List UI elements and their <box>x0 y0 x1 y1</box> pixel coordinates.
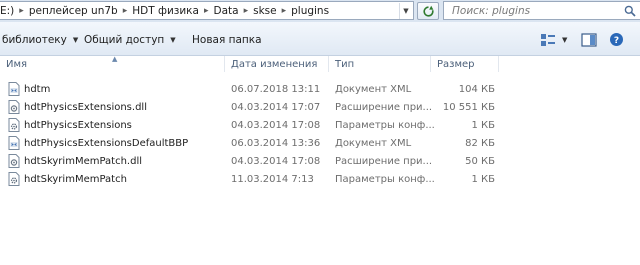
breadcrumb-separator-icon[interactable]: ▸ <box>19 6 24 16</box>
file-date: 04.03.2014 17:08 <box>231 119 321 131</box>
search-input[interactable] <box>452 3 622 18</box>
file-date: 06.07.2018 13:11 <box>231 83 321 95</box>
add-to-library-button[interactable]: библиотеку ▼ <box>2 32 78 48</box>
svg-text:?: ? <box>614 36 619 46</box>
file-date: 11.03.2014 7:13 <box>231 173 314 185</box>
breadcrumb-separator-icon[interactable]: ▸ <box>244 6 249 16</box>
breadcrumb-replacer[interactable]: реплейсер un7b <box>29 5 118 17</box>
file-name: hdtPhysicsExtensions.dll <box>24 101 147 113</box>
preview-pane-icon[interactable] <box>581 32 597 47</box>
file-row[interactable]: hdtSkyrimMemPatch.dll 04.03.2014 17:08 Р… <box>0 152 640 170</box>
file-row[interactable]: hdtPhysicsExtensions.dll 04.03.2014 17:0… <box>0 98 640 116</box>
view-options: ▼ ? <box>540 32 624 47</box>
file-list: hdtm 06.07.2018 13:11 Документ XML 104 К… <box>0 80 640 188</box>
file-date: 04.03.2014 17:08 <box>231 155 321 167</box>
dll-file-icon <box>8 154 20 168</box>
file-name: hdtSkyrimMemPatch.dll <box>24 155 143 167</box>
column-header-type-label: Тип <box>335 58 355 70</box>
file-size: 104 КБ <box>458 83 495 95</box>
file-name: hdtPhysicsExtensionsDefaultBBP <box>24 137 189 149</box>
address-bar-row: E:) ▸ реплейсер un7b ▸ HDT физика ▸ Data… <box>0 0 640 22</box>
column-header-type[interactable]: Тип <box>329 56 431 72</box>
search-field[interactable] <box>443 1 640 20</box>
file-size: 82 КБ <box>465 137 495 149</box>
command-toolbar: библиотеку ▼ Общий доступ ▼ Новая папка … <box>0 22 640 56</box>
add-to-library-label: библиотеку <box>2 34 67 46</box>
file-type: Параметры конф... <box>335 173 435 185</box>
breadcrumb-plugins[interactable]: plugins <box>291 5 329 17</box>
breadcrumb-drive[interactable]: E:) <box>0 5 14 17</box>
breadcrumb: E:) ▸ реплейсер un7b ▸ HDT физика ▸ Data… <box>0 3 329 19</box>
file-type: Документ XML <box>335 137 412 149</box>
change-view-icon[interactable] <box>540 33 556 47</box>
chevron-down-icon: ▼ <box>72 36 79 44</box>
xml-file-icon <box>8 82 20 96</box>
column-header-size[interactable]: Размер <box>431 56 499 72</box>
search-icon <box>624 5 636 17</box>
new-folder-button[interactable]: Новая папка <box>192 32 262 48</box>
file-name: hdtPhysicsExtensions <box>24 119 132 131</box>
file-row[interactable]: hdtPhysicsExtensions 04.03.2014 17:08 Па… <box>0 116 640 134</box>
config-file-icon <box>8 118 20 132</box>
address-history-dropdown[interactable]: ▼ <box>399 3 412 19</box>
refresh-button[interactable] <box>417 2 439 20</box>
view-menu-chevron-icon[interactable]: ▼ <box>562 36 567 44</box>
file-size: 1 КБ <box>471 119 495 131</box>
column-header-date[interactable]: Дата изменения <box>225 56 329 72</box>
chevron-down-icon: ▼ <box>170 36 176 44</box>
help-icon[interactable]: ? <box>609 32 624 47</box>
new-folder-label: Новая папка <box>192 34 262 46</box>
config-file-icon <box>8 172 20 186</box>
file-name: hdtm <box>24 83 51 95</box>
file-row[interactable]: hdtm 06.07.2018 13:11 Документ XML 104 К… <box>0 80 640 98</box>
breadcrumb-separator-icon[interactable]: ▸ <box>204 6 209 16</box>
file-type: Расширение при... <box>335 155 433 167</box>
breadcrumb-separator-icon[interactable]: ▸ <box>123 6 128 16</box>
refresh-icon <box>422 5 434 17</box>
share-button[interactable]: Общий доступ ▼ <box>84 32 176 48</box>
column-header-size-label: Размер <box>437 58 475 70</box>
share-label: Общий доступ <box>84 34 165 46</box>
breadcrumb-skse[interactable]: skse <box>253 5 276 17</box>
column-header-row: Имя Дата изменения Тип Размер <box>0 56 640 72</box>
dll-file-icon <box>8 100 20 114</box>
file-row[interactable]: hdtSkyrimMemPatch 11.03.2014 7:13 Параме… <box>0 170 640 188</box>
chevron-down-icon: ▼ <box>403 7 409 15</box>
address-bar[interactable]: E:) ▸ реплейсер un7b ▸ HDT физика ▸ Data… <box>0 1 414 20</box>
file-date: 06.03.2014 13:36 <box>231 137 321 149</box>
sort-ascending-icon: ▲ <box>112 55 118 63</box>
file-row[interactable]: hdtPhysicsExtensionsDefaultBBP 06.03.201… <box>0 134 640 152</box>
column-header-date-label: Дата изменения <box>231 58 318 70</box>
file-size: 1 КБ <box>471 173 495 185</box>
xml-file-icon <box>8 136 20 150</box>
file-size: 10 551 КБ <box>442 101 495 113</box>
file-size: 50 КБ <box>465 155 495 167</box>
column-header-name-label: Имя <box>6 58 28 70</box>
file-type: Документ XML <box>335 83 412 95</box>
file-type: Расширение при... <box>335 101 433 113</box>
file-name: hdtSkyrimMemPatch <box>24 173 127 185</box>
file-type: Параметры конф... <box>335 119 435 131</box>
breadcrumb-separator-icon[interactable]: ▸ <box>282 6 287 16</box>
breadcrumb-hdt[interactable]: HDT физика <box>132 5 199 17</box>
file-date: 04.03.2014 17:07 <box>231 101 321 113</box>
breadcrumb-data[interactable]: Data <box>213 5 238 17</box>
